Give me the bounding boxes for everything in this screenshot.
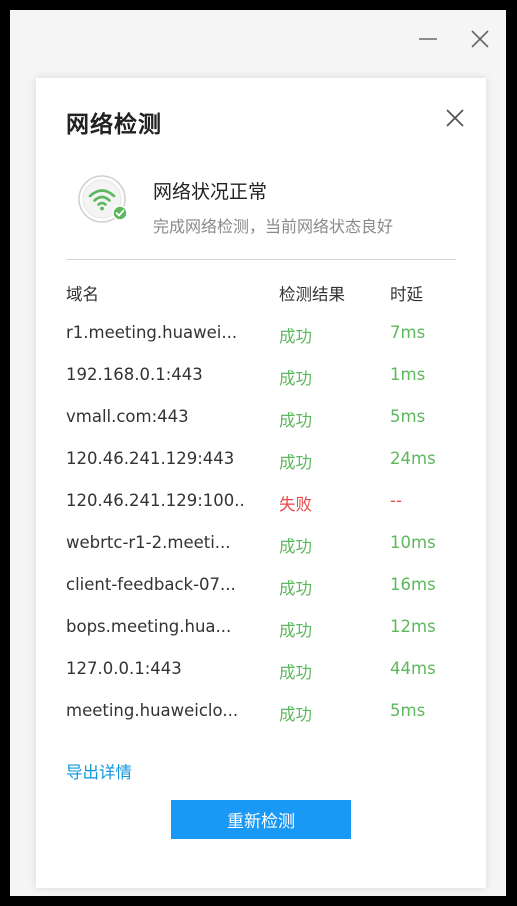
divider [66, 259, 456, 260]
table-header: 域名 检测结果 时延 [66, 281, 456, 305]
window-close-icon[interactable] [467, 26, 493, 52]
row-result: 成功 [279, 705, 312, 724]
table-row: client-feedback-07... 成功 16ms [66, 575, 456, 599]
row-result: 成功 [279, 369, 312, 388]
row-result: 成功 [279, 411, 312, 430]
row-domain: meeting.huaweiclo... [66, 701, 239, 720]
row-latency: 24ms [390, 449, 436, 468]
row-latency: -- [390, 491, 402, 510]
network-check-dialog: 网络检测 网络状况正常 完成网络检测，当前网络状态良好 域名 检测结果 时延 r… [36, 78, 486, 888]
row-domain: 120.46.241.129:100... [66, 491, 246, 510]
dialog-title: 网络检测 [66, 112, 162, 138]
row-latency: 5ms [390, 407, 426, 426]
header-domain: 域名 [66, 285, 99, 304]
table-row: meeting.huaweiclo... 成功 5ms [66, 701, 456, 725]
status-subtitle: 完成网络检测，当前网络状态良好 [153, 217, 394, 236]
table-row: 127.0.0.1:443 成功 44ms [66, 659, 456, 683]
row-domain: 127.0.0.1:443 [66, 659, 182, 678]
table-row: 120.46.241.129:100... 失败 -- [66, 491, 456, 515]
retry-button[interactable]: 重新检测 [171, 800, 351, 839]
row-domain: client-feedback-07... [66, 575, 236, 594]
row-result: 成功 [279, 621, 312, 640]
row-domain: bops.meeting.hua... [66, 617, 232, 636]
minimize-icon[interactable] [415, 26, 441, 52]
row-result: 成功 [279, 453, 312, 472]
row-result: 成功 [279, 579, 312, 598]
dialog-close-icon[interactable] [443, 106, 467, 130]
row-domain: vmall.com:443 [66, 407, 189, 426]
wifi-ok-icon [77, 174, 131, 228]
table-row: webrtc-r1-2.meeti... 成功 10ms [66, 533, 456, 557]
row-result: 成功 [279, 537, 312, 556]
status-title: 网络状况正常 [153, 181, 268, 203]
table-row: 120.46.241.129:443 成功 24ms [66, 449, 456, 473]
row-domain: webrtc-r1-2.meeti... [66, 533, 231, 552]
table-row: bops.meeting.hua... 成功 12ms [66, 617, 456, 641]
table-row: 192.168.0.1:443 成功 1ms [66, 365, 456, 389]
row-latency: 44ms [390, 659, 436, 678]
row-latency: 16ms [390, 575, 436, 594]
row-domain: r1.meeting.huawei... [66, 323, 238, 342]
table-row: vmall.com:443 成功 5ms [66, 407, 456, 431]
export-details-link[interactable]: 导出详情 [66, 759, 132, 783]
row-domain: 192.168.0.1:443 [66, 365, 203, 384]
header-latency: 时延 [390, 285, 423, 304]
table-row: r1.meeting.huawei... 成功 7ms [66, 323, 456, 347]
row-latency: 12ms [390, 617, 436, 636]
row-latency: 1ms [390, 365, 426, 384]
header-result: 检测结果 [279, 285, 345, 304]
row-result: 失败 [279, 495, 312, 514]
app-window: 网络检测 网络状况正常 完成网络检测，当前网络状态良好 域名 检测结果 时延 r… [10, 10, 506, 896]
row-latency: 7ms [390, 323, 426, 342]
row-result: 成功 [279, 327, 312, 346]
row-domain: 120.46.241.129:443 [66, 449, 235, 468]
row-latency: 10ms [390, 533, 436, 552]
row-latency: 5ms [390, 701, 426, 720]
row-result: 成功 [279, 663, 312, 682]
